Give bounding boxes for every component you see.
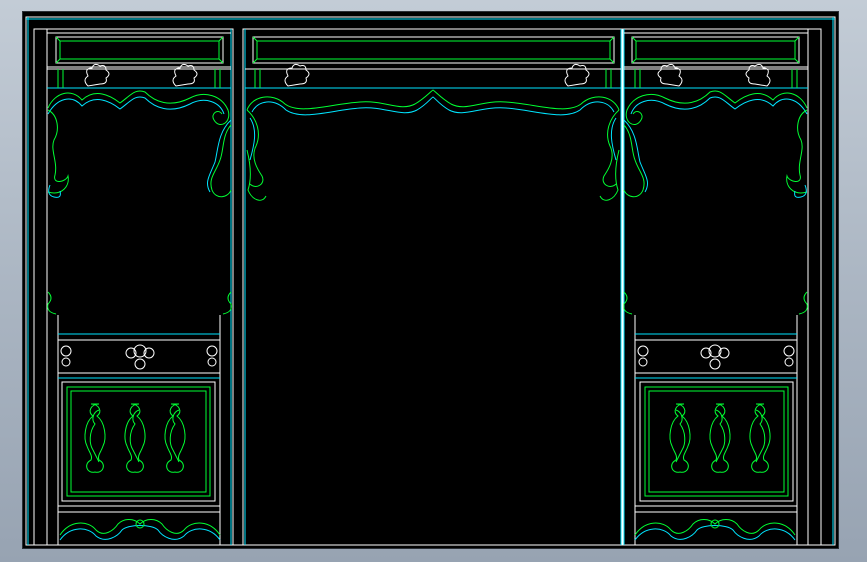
- right-bay: [622, 29, 821, 545]
- outer-frame: [25, 16, 836, 546]
- cad-viewport[interactable]: [22, 11, 839, 549]
- center-bay: [242, 28, 624, 546]
- cad-drawing-icon: [25, 16, 836, 546]
- left-bay: [34, 29, 233, 545]
